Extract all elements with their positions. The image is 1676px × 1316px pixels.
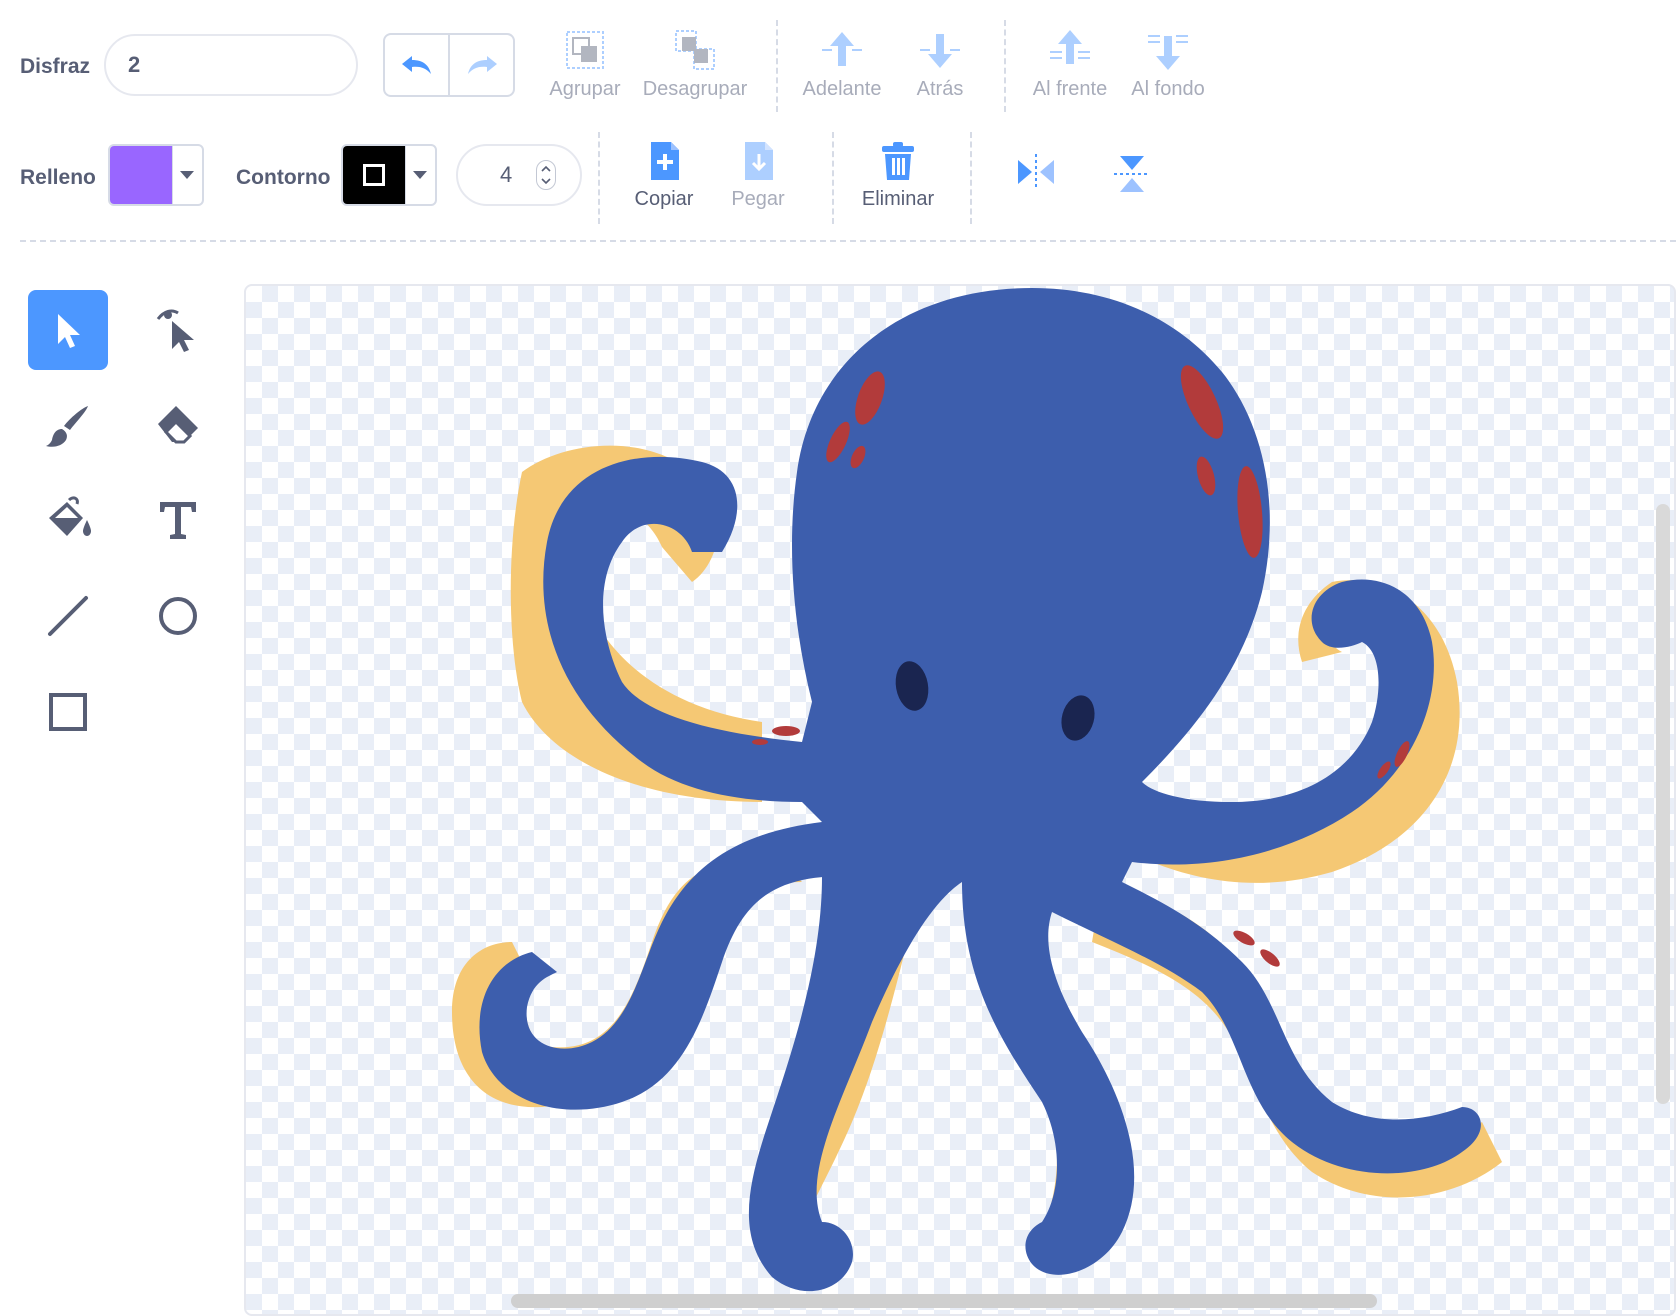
paint-bucket-icon <box>49 496 91 536</box>
line-icon <box>48 596 88 636</box>
reshape-tool[interactable] <box>138 290 218 370</box>
outline-color-swatch <box>343 146 405 204</box>
chevron-down-icon <box>180 171 195 179</box>
backward-icon <box>920 34 960 68</box>
arrow-cursor-icon <box>58 314 80 348</box>
flip-vertical-icon <box>1114 156 1150 192</box>
trash-icon <box>882 142 914 180</box>
stepper-arrows[interactable] <box>536 160 556 190</box>
circle-icon <box>159 597 197 635</box>
group-button[interactable]: Agrupar <box>545 28 625 101</box>
toolbar-separator <box>970 132 972 224</box>
eraser-icon <box>158 406 198 444</box>
octopus-body <box>479 288 1481 1292</box>
text-tool[interactable] <box>138 480 218 560</box>
horizontal-scrollbar[interactable] <box>511 1294 1377 1308</box>
toolbar-separator <box>776 20 778 112</box>
eraser-tool[interactable] <box>138 386 218 466</box>
fill-dropdown-caret <box>171 146 202 204</box>
octopus-costume[interactable] <box>246 286 1676 1316</box>
outline-width-value: 4 <box>500 162 513 187</box>
group-icon <box>566 31 604 69</box>
ungroup-button[interactable]: Desagrupar <box>640 28 750 101</box>
reshape-cursor-icon <box>156 309 194 352</box>
paste-button[interactable]: Pegar <box>720 140 796 211</box>
paste-icon <box>745 142 773 180</box>
fill-label: Relleno <box>20 166 96 189</box>
paste-label: Pegar <box>731 188 785 210</box>
copy-icon <box>651 142 679 180</box>
ungroup-label: Desagrupar <box>642 78 748 100</box>
text-icon <box>160 502 196 539</box>
copy-button[interactable]: Copiar <box>626 140 702 211</box>
to-front-label: Al frente <box>1032 78 1108 100</box>
vertical-scrollbar[interactable] <box>1656 504 1670 1104</box>
stepper-up-down-icon <box>541 165 551 185</box>
to-front-icon <box>1050 30 1090 64</box>
fill-color-picker[interactable] <box>108 144 204 206</box>
forward-label: Adelante <box>802 78 882 100</box>
outline-preview-square <box>362 164 385 186</box>
toolbar-separator <box>598 132 600 224</box>
copy-label: Copiar <box>634 188 694 210</box>
forward-icon <box>822 32 862 66</box>
select-tool[interactable] <box>28 290 108 370</box>
chevron-down-icon <box>413 171 428 179</box>
backward-label: Atrás <box>916 78 964 100</box>
line-tool[interactable] <box>28 576 108 656</box>
undo-redo-group <box>383 33 515 97</box>
rectangle-tool[interactable] <box>28 672 108 752</box>
to-back-button[interactable]: Al fondo <box>1122 28 1214 101</box>
to-front-button[interactable]: Al frente <box>1024 28 1116 101</box>
flip-horizontal-button[interactable] <box>1012 152 1060 192</box>
undo-button[interactable] <box>385 35 450 95</box>
brush-tool[interactable] <box>28 386 108 466</box>
outline-width-stepper[interactable]: 4 <box>456 144 582 206</box>
outline-color-picker[interactable] <box>341 144 437 206</box>
fill-tool[interactable] <box>28 480 108 560</box>
forward-button[interactable]: Adelante <box>800 28 884 101</box>
outline-label: Contorno <box>236 166 331 189</box>
to-back-icon <box>1148 35 1188 70</box>
redo-button[interactable] <box>450 35 513 95</box>
outline-dropdown-caret <box>404 146 435 204</box>
delete-button[interactable]: Eliminar <box>852 140 944 211</box>
flip-vertical-button[interactable] <box>1108 152 1156 196</box>
toolbar-divider <box>20 240 1676 242</box>
toolbar-separator <box>1004 20 1006 112</box>
redo-icon <box>467 56 497 74</box>
paint-canvas[interactable] <box>244 284 1676 1316</box>
ungroup-icon <box>675 30 715 70</box>
group-label: Agrupar <box>549 78 621 100</box>
delete-label: Eliminar <box>861 188 935 210</box>
to-back-label: Al fondo <box>1131 78 1205 100</box>
fill-color-swatch <box>110 146 172 204</box>
costume-name-input[interactable] <box>104 34 358 96</box>
brush-icon <box>46 406 88 447</box>
undo-icon <box>401 56 431 74</box>
toolbar-separator <box>832 132 834 224</box>
circle-tool[interactable] <box>138 576 218 656</box>
backward-button[interactable]: Atrás <box>902 28 978 101</box>
costume-label: Disfraz <box>20 55 91 78</box>
rectangle-icon <box>49 693 87 731</box>
flip-horizontal-icon <box>1018 154 1054 190</box>
